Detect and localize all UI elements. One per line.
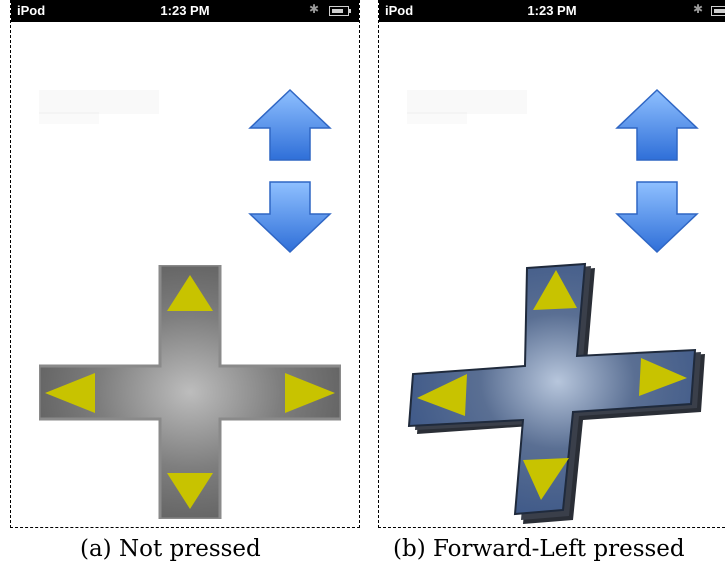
- bluetooth-icon: ✱: [692, 2, 703, 16]
- battery-icon: [711, 6, 725, 16]
- faint-label: [407, 90, 527, 114]
- up-arrow-button[interactable]: [615, 88, 699, 164]
- battery-icon: [329, 6, 351, 16]
- time-label: 1:23 PM: [160, 3, 210, 18]
- faint-label: [39, 90, 159, 114]
- screen-not-pressed: iPod 1:23 PM ✱: [10, 0, 360, 528]
- screen-forward-left-pressed: iPod 1:23 PM ✱: [378, 0, 725, 528]
- caption-a: (a) Not pressed: [80, 536, 261, 562]
- down-arrow-button[interactable]: [615, 178, 699, 254]
- up-arrow-icon: [615, 88, 699, 161]
- down-arrow-icon: [615, 181, 699, 254]
- down-arrow-icon: [248, 181, 332, 254]
- dpad-control[interactable]: [39, 265, 341, 519]
- status-bar: iPod 1:23 PM ✱: [379, 0, 725, 22]
- faint-label-2: [39, 112, 99, 124]
- status-bar: iPod 1:23 PM ✱: [11, 0, 359, 22]
- caption-b: (b) Forward-Left pressed: [393, 536, 685, 562]
- time-label: 1:23 PM: [527, 3, 577, 18]
- up-arrow-button[interactable]: [248, 88, 332, 164]
- down-arrow-button[interactable]: [248, 178, 332, 254]
- dpad-control[interactable]: [405, 262, 725, 524]
- up-arrow-icon: [248, 88, 332, 161]
- faint-label-2: [407, 112, 467, 124]
- bluetooth-icon: ✱: [308, 2, 319, 16]
